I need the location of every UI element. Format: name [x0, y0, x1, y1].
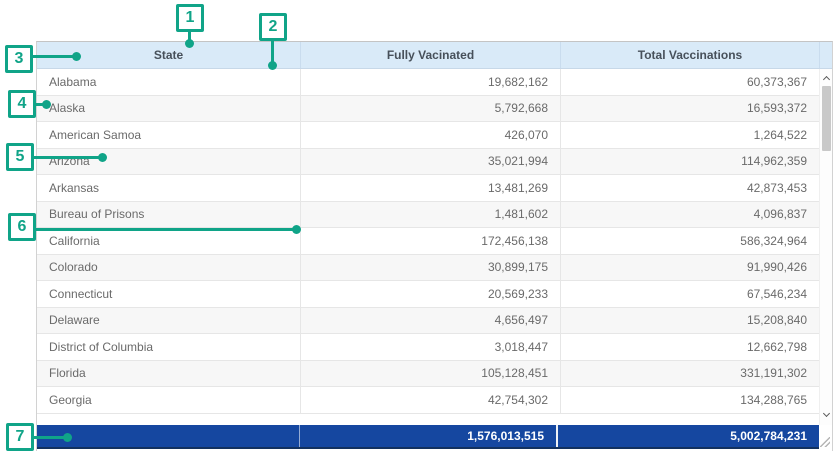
row-total-vaccinations-cell: 331,191,302	[561, 361, 819, 387]
row-fully-vaccinated-cell: 5,792,668	[301, 96, 561, 122]
table-row[interactable]: American Samoa 426,070 1,264,522	[37, 122, 819, 149]
table-row[interactable]: Florida 105,128,451 331,191,302	[37, 361, 819, 388]
summary-fully-vaccinated-cell: 1,576,013,515	[300, 425, 558, 447]
summary-total-vaccinations-cell: 5,002,784,231	[558, 425, 819, 447]
annotation-dot-6	[292, 225, 301, 234]
row-state-cell: Connecticut	[37, 281, 301, 307]
table-row[interactable]: Georgia 42,754,302 134,288,765	[37, 387, 819, 414]
table-row[interactable]: Bureau of Prisons 1,481,602 4,096,837	[37, 202, 819, 229]
annotation-callout-1: 1	[176, 4, 204, 32]
scrollbar-thumb[interactable]	[822, 86, 831, 151]
resize-grip-icon[interactable]	[820, 437, 830, 447]
row-fully-vaccinated-cell: 105,128,451	[301, 361, 561, 387]
row-state-cell: California	[37, 228, 301, 254]
row-state-cell: American Samoa	[37, 122, 301, 148]
row-state-cell: Colorado	[37, 255, 301, 281]
column-header-total-vaccinations[interactable]: Total Vaccinations	[561, 42, 820, 68]
row-total-vaccinations-cell: 4,096,837	[561, 202, 819, 228]
table-rows: Alabama 19,682,162 60,373,367 Alaska 5,7…	[37, 69, 819, 414]
row-state-cell: Alabama	[37, 69, 301, 95]
table-body: Alabama 19,682,162 60,373,367 Alaska 5,7…	[37, 69, 832, 425]
row-fully-vaccinated-cell: 1,481,602	[301, 202, 561, 228]
annotation-dot-4	[42, 100, 51, 109]
row-total-vaccinations-cell: 134,288,765	[561, 387, 819, 413]
annotation-callout-4: 4	[8, 90, 36, 118]
row-fully-vaccinated-cell: 20,569,233	[301, 281, 561, 307]
vaccination-table: State Fully Vacinated Total Vaccinations…	[36, 41, 833, 451]
row-fully-vaccinated-cell: 426,070	[301, 122, 561, 148]
row-state-cell: District of Columbia	[37, 334, 301, 360]
annotation-callout-5: 5	[6, 143, 34, 171]
row-fully-vaccinated-cell: 3,018,447	[301, 334, 561, 360]
column-header-filler	[820, 42, 832, 68]
row-state-cell: Arkansas	[37, 175, 301, 201]
annotation-callout-2: 2	[259, 13, 287, 41]
row-state-cell: Georgia	[37, 387, 301, 413]
column-header-fully-vaccinated[interactable]: Fully Vacinated	[301, 42, 561, 68]
table-summary-row: 1,576,013,515 5,002,784,231	[37, 425, 819, 449]
row-total-vaccinations-cell: 114,962,359	[561, 149, 819, 175]
table-row[interactable]: Arkansas 13,481,269 42,873,453	[37, 175, 819, 202]
row-total-vaccinations-cell: 42,873,453	[561, 175, 819, 201]
row-total-vaccinations-cell: 67,546,234	[561, 281, 819, 307]
table-row[interactable]: Alaska 5,792,668 16,593,372	[37, 96, 819, 123]
annotation-stem-3	[31, 55, 77, 58]
row-total-vaccinations-cell: 586,324,964	[561, 228, 819, 254]
row-fully-vaccinated-cell: 35,021,994	[301, 149, 561, 175]
row-total-vaccinations-cell: 91,990,426	[561, 255, 819, 281]
table-row[interactable]: Delaware 4,656,497 15,208,840	[37, 308, 819, 335]
row-fully-vaccinated-cell: 19,682,162	[301, 69, 561, 95]
screen: State Fully Vacinated Total Vaccinations…	[0, 0, 833, 453]
row-total-vaccinations-cell: 1,264,522	[561, 122, 819, 148]
annotation-stem-6	[34, 228, 298, 231]
row-state-cell: Florida	[37, 361, 301, 387]
chevron-down-icon	[823, 410, 830, 417]
summary-state-cell	[37, 425, 300, 447]
row-fully-vaccinated-cell: 4,656,497	[301, 308, 561, 334]
table-row[interactable]: California 172,456,138 586,324,964	[37, 228, 819, 255]
annotation-dot-7	[63, 433, 72, 442]
annotation-callout-7: 7	[6, 423, 34, 451]
annotation-dot-1	[185, 39, 194, 48]
annotation-dot-3	[72, 52, 81, 61]
vertical-scrollbar[interactable]	[819, 69, 832, 425]
scrollbar-down-button[interactable]	[820, 408, 833, 422]
row-total-vaccinations-cell: 16,593,372	[561, 96, 819, 122]
annotation-callout-6: 6	[8, 213, 36, 241]
row-fully-vaccinated-cell: 30,899,175	[301, 255, 561, 281]
table-row[interactable]: Arizona 35,021,994 114,962,359	[37, 149, 819, 176]
row-state-cell: Delaware	[37, 308, 301, 334]
scrollbar-up-button[interactable]	[820, 71, 833, 85]
row-fully-vaccinated-cell: 172,456,138	[301, 228, 561, 254]
row-fully-vaccinated-cell: 13,481,269	[301, 175, 561, 201]
table-header-row: State Fully Vacinated Total Vaccinations	[37, 42, 832, 69]
row-total-vaccinations-cell: 60,373,367	[561, 69, 819, 95]
annotation-stem-5	[32, 156, 104, 159]
row-state-cell: Bureau of Prisons	[37, 202, 301, 228]
row-total-vaccinations-cell: 15,208,840	[561, 308, 819, 334]
table-row[interactable]: Alabama 19,682,162 60,373,367	[37, 69, 819, 96]
annotation-stem-2	[271, 40, 274, 63]
annotation-dot-5	[98, 153, 107, 162]
row-state-cell: Alaska	[37, 96, 301, 122]
row-total-vaccinations-cell: 12,662,798	[561, 334, 819, 360]
row-state-cell: Arizona	[37, 149, 301, 175]
table-row[interactable]: Connecticut 20,569,233 67,546,234	[37, 281, 819, 308]
table-row[interactable]: Colorado 30,899,175 91,990,426	[37, 255, 819, 282]
annotation-dot-2	[268, 61, 277, 70]
row-fully-vaccinated-cell: 42,754,302	[301, 387, 561, 413]
table-row[interactable]: District of Columbia 3,018,447 12,662,79…	[37, 334, 819, 361]
chevron-up-icon	[823, 76, 830, 83]
annotation-callout-3: 3	[5, 45, 33, 73]
